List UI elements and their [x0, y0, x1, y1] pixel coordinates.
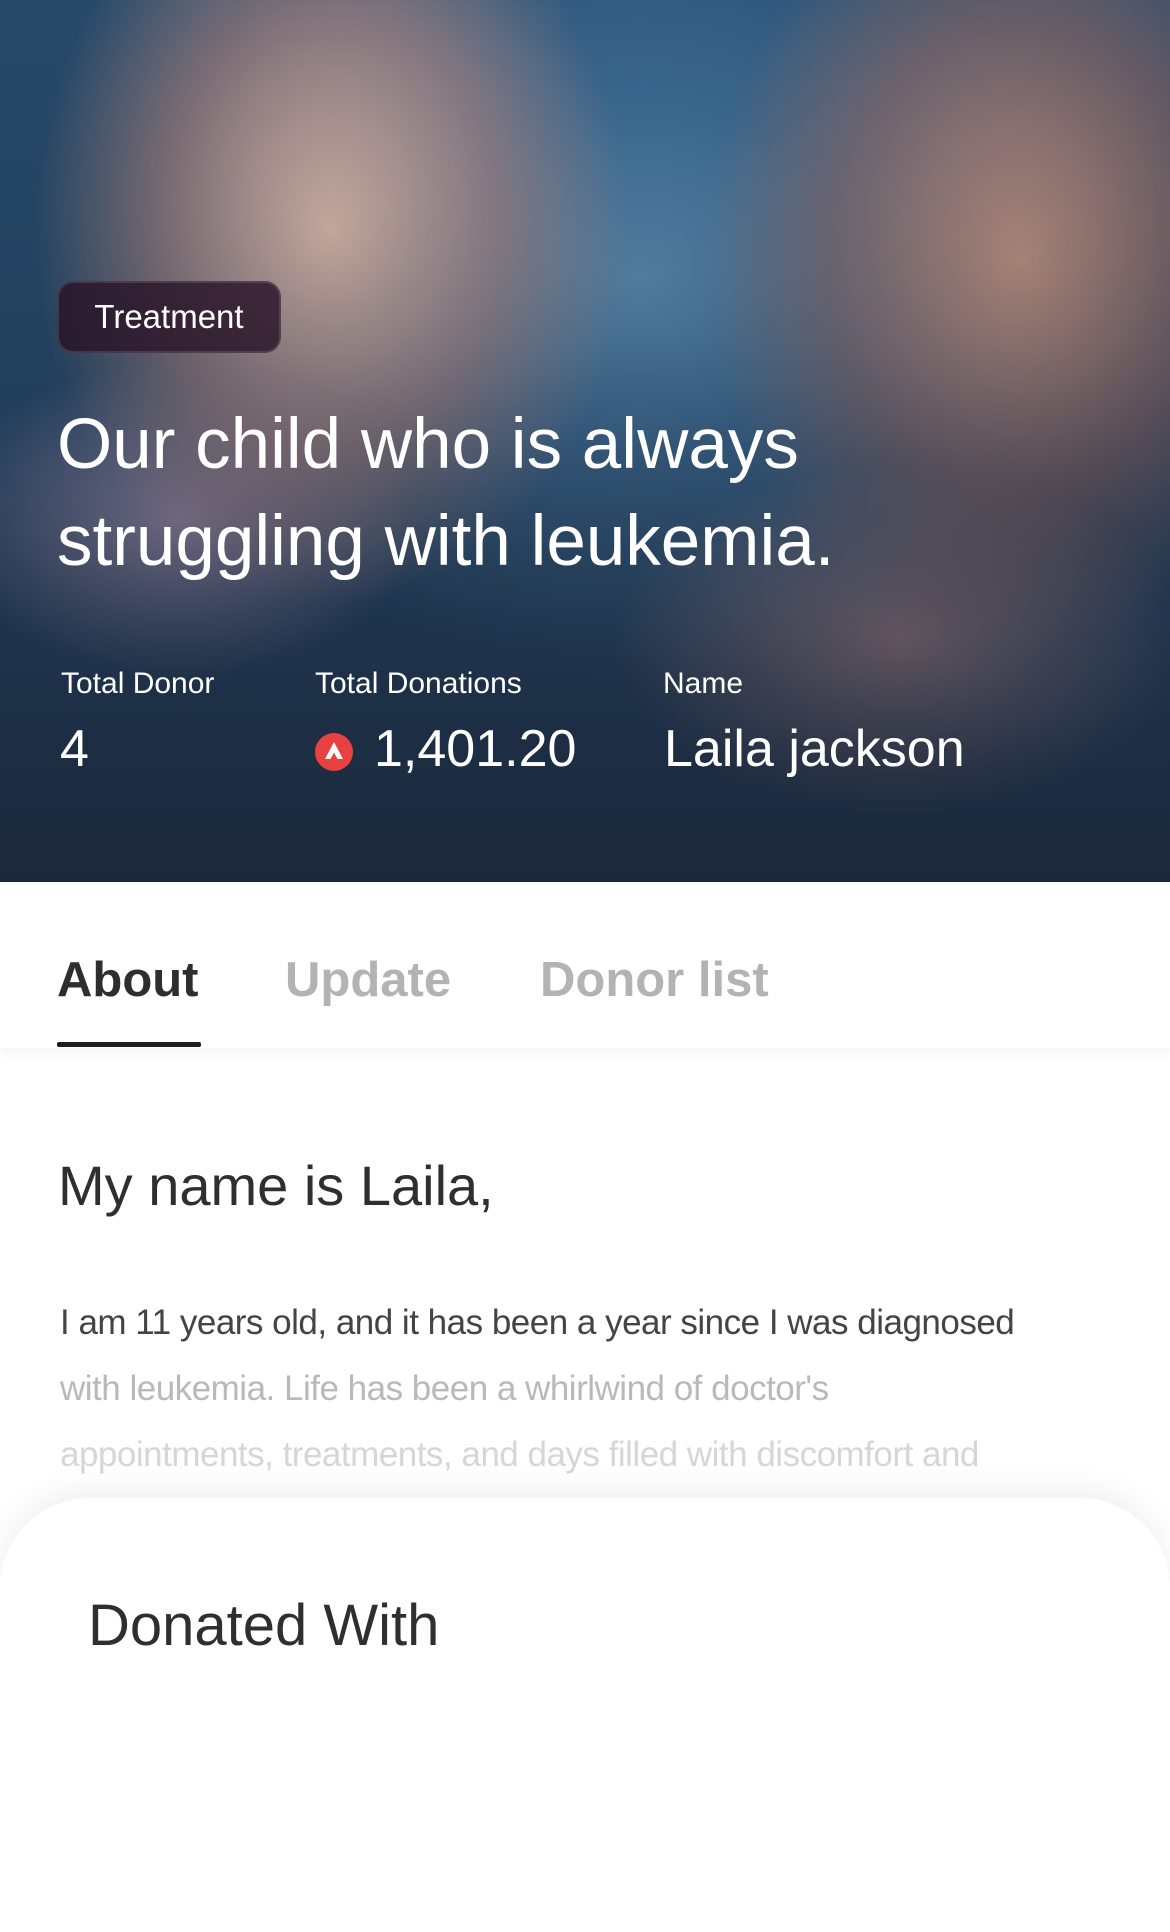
- total-donations-value: 1,401.20: [374, 720, 577, 778]
- total-donations-label: Total Donations: [315, 667, 522, 700]
- total-donor-value: 4: [60, 720, 89, 778]
- donated-with-title: Donated With: [88, 1593, 440, 1658]
- about-text-line-3: appointments, treatments, and days fille…: [60, 1435, 979, 1474]
- about-heading: My name is Laila,: [58, 1154, 494, 1217]
- about-text-line-1: I am 11 years old, and it has been a yea…: [60, 1303, 1015, 1342]
- tab-bar: About Update Donor list: [0, 882, 1170, 1048]
- about-text: I am 11 years old, and it has been a yea…: [60, 1290, 1120, 1488]
- campaign-title: Our child who is always struggling with …: [57, 405, 835, 581]
- donated-with-sheet: Donated With: [0, 1498, 1170, 1932]
- tab-about[interactable]: About: [57, 952, 199, 1008]
- category-badge[interactable]: Treatment: [57, 281, 281, 353]
- avalanche-coin-icon: [315, 733, 353, 771]
- about-text-line-2: with leukemia. Life has been a whirlwind…: [60, 1369, 829, 1408]
- tab-update[interactable]: Update: [285, 952, 451, 1008]
- total-donor-label: Total Donor: [61, 667, 215, 700]
- tab-donor-list[interactable]: Donor list: [540, 952, 769, 1008]
- hero-image: Treatment Our child who is always strugg…: [0, 0, 1170, 882]
- active-tab-indicator: [57, 1042, 201, 1047]
- name-label: Name: [663, 667, 744, 700]
- name-value: Laila jackson: [664, 720, 965, 778]
